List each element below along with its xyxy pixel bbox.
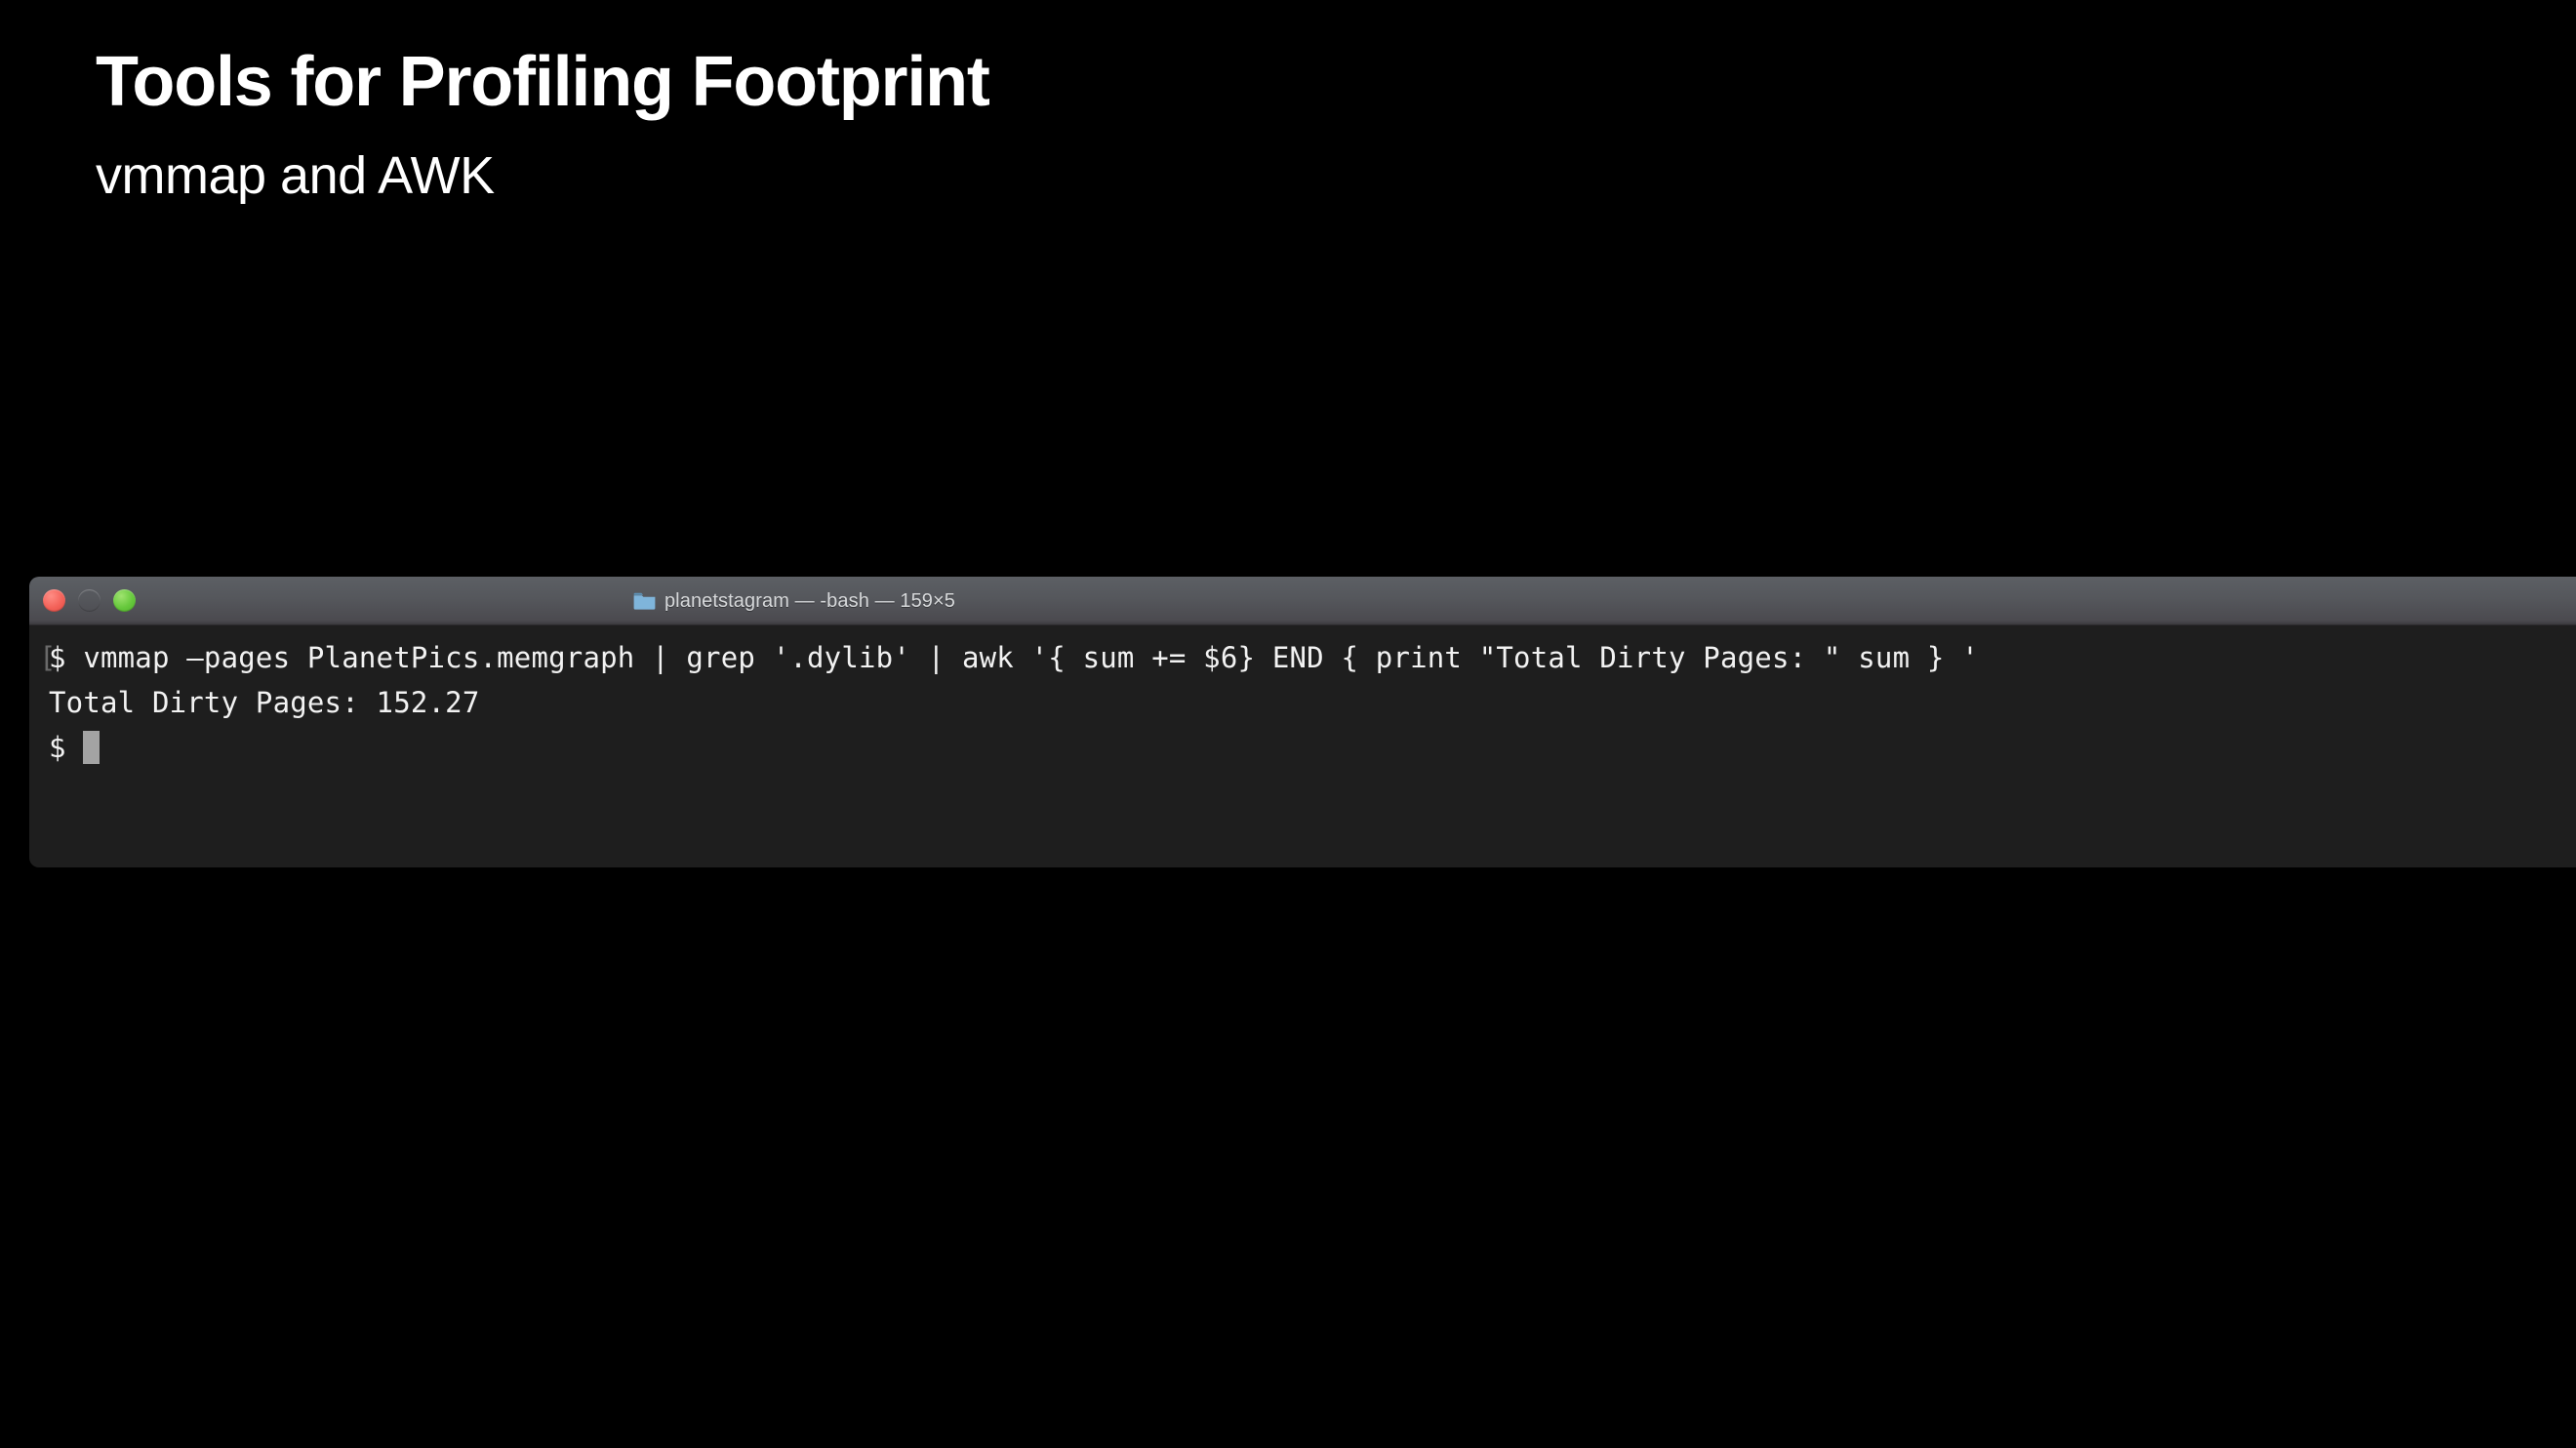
minimize-traffic-light-icon[interactable] bbox=[78, 589, 101, 612]
terminal-window: planetstagram — -bash — 159×5 [ $ vmmap … bbox=[29, 577, 2576, 867]
folder-icon bbox=[633, 592, 656, 610]
terminal-titlebar-center: planetstagram — -bash — 159×5 bbox=[29, 577, 1559, 624]
terminal-cursor bbox=[83, 731, 101, 764]
terminal-title-text: planetstagram — -bash — 159×5 bbox=[664, 589, 956, 612]
window-controls bbox=[43, 577, 136, 624]
zoom-traffic-light-icon[interactable] bbox=[113, 589, 136, 612]
close-traffic-light-icon[interactable] bbox=[43, 589, 65, 612]
page-subtitle: vmmap and AWK bbox=[96, 146, 495, 205]
page-title: Tools for Profiling Footprint bbox=[96, 43, 990, 121]
terminal-line-command: $ vmmap —pages PlanetPics.memgraph | gre… bbox=[49, 641, 1979, 674]
terminal-prompt-text: $ bbox=[49, 731, 84, 764]
terminal-line-output: Total Dirty Pages: 152.27 bbox=[49, 686, 480, 719]
terminal-leading-bracket: [ bbox=[39, 641, 57, 674]
terminal-output-area[interactable]: [ $ vmmap —pages PlanetPics.memgraph | g… bbox=[29, 625, 2576, 867]
terminal-titlebar[interactable]: planetstagram — -bash — 159×5 bbox=[29, 577, 2576, 625]
terminal-line-prompt: $ bbox=[49, 725, 2576, 770]
